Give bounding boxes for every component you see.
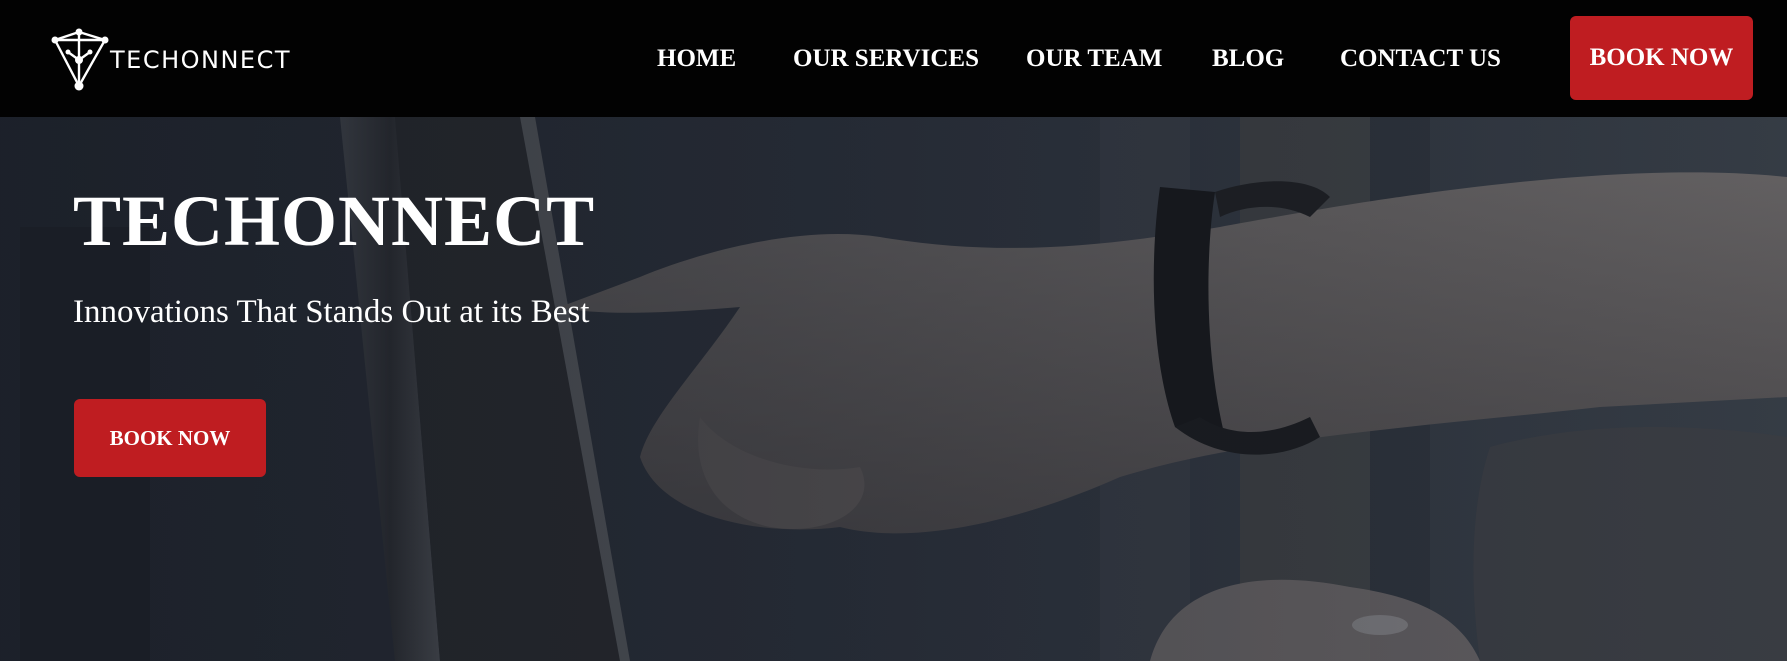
hero-title: TECHONNECT bbox=[73, 181, 596, 261]
hero-subtitle: Innovations That Stands Out at its Best bbox=[73, 294, 590, 330]
hero-section: TECHONNECT Innovations That Stands Out a… bbox=[0, 117, 1787, 661]
nav-item-contact-us[interactable]: CONTACT US bbox=[1340, 44, 1501, 74]
header-book-now-button[interactable]: BOOK NOW bbox=[1570, 16, 1753, 100]
nav-item-home[interactable]: HOME bbox=[657, 44, 736, 74]
nav-item-our-team[interactable]: OUR TEAM bbox=[1026, 44, 1162, 74]
nav-item-our-services[interactable]: OUR SERVICES bbox=[793, 44, 979, 74]
hero-book-now-button[interactable]: BOOK NOW bbox=[74, 399, 266, 477]
nav-item-blog[interactable]: BLOG bbox=[1212, 44, 1284, 74]
main-nav: HOME OUR SERVICES OUR TEAM BLOG CONTACT … bbox=[0, 0, 1787, 117]
site-header: TECHONNECT HOME OUR SERVICES OUR TEAM BL… bbox=[0, 0, 1787, 117]
